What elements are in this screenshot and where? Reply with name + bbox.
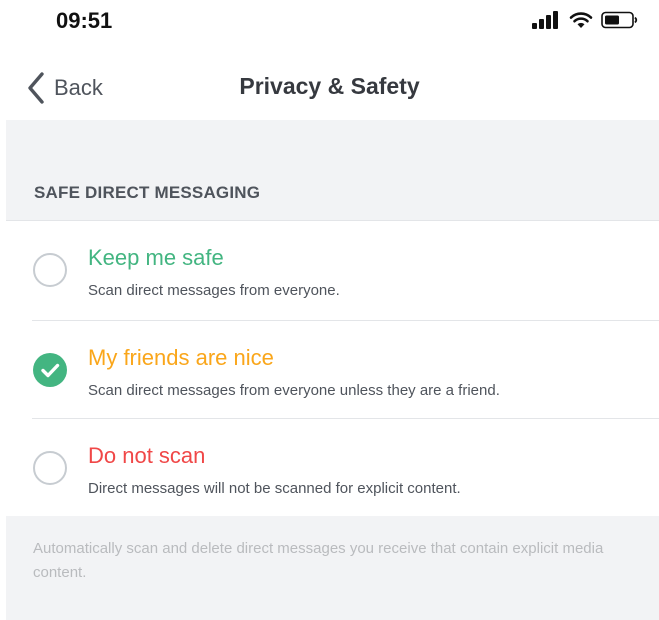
options-list: Keep me safe Scan direct messages from e… <box>6 220 659 516</box>
option-title: My friends are nice <box>88 345 274 370</box>
chevron-left-icon <box>28 72 44 104</box>
checkmark-icon <box>41 363 60 378</box>
option-do-not-scan[interactable]: Do not scan Direct messages will not be … <box>6 419 659 517</box>
radio-button-selected[interactable] <box>33 353 67 387</box>
wifi-icon <box>569 12 593 28</box>
section-header-background <box>6 120 659 220</box>
option-description: Scan direct messages from everyone unles… <box>88 382 500 399</box>
option-title: Keep me safe <box>88 245 224 270</box>
option-title: Do not scan <box>88 443 206 468</box>
status-time: 09:51 <box>56 8 113 33</box>
section-header: SAFE DIRECT MESSAGING <box>34 183 261 202</box>
status-icons <box>531 10 639 30</box>
option-description: Scan direct messages from everyone. <box>88 282 340 299</box>
cellular-signal-icon <box>532 11 558 29</box>
back-button-label: Back <box>54 75 103 100</box>
navigation-bar: Privacy & Safety Back <box>0 60 659 116</box>
radio-button[interactable] <box>33 451 67 485</box>
back-button[interactable]: Back <box>26 70 103 106</box>
radio-button[interactable] <box>33 253 67 287</box>
footer-description: Automatically scan and delete direct mes… <box>33 540 604 581</box>
battery-icon <box>601 11 638 29</box>
option-keep-me-safe[interactable]: Keep me safe Scan direct messages from e… <box>6 221 659 319</box>
option-description: Direct messages will not be scanned for … <box>88 480 461 497</box>
status-bar: 09:51 <box>0 0 659 44</box>
option-my-friends-are-nice[interactable]: My friends are nice Scan direct messages… <box>6 321 659 419</box>
